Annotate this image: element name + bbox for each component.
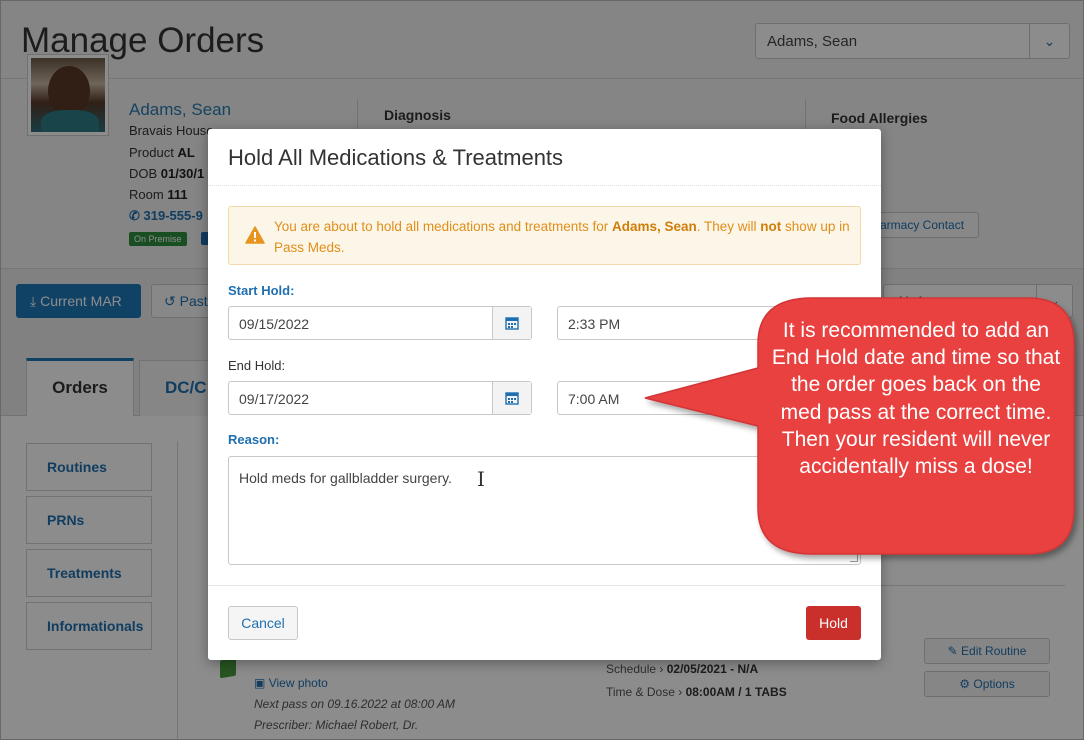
callout-text: It is recommended to add an End Hold dat… [771, 319, 1061, 479]
